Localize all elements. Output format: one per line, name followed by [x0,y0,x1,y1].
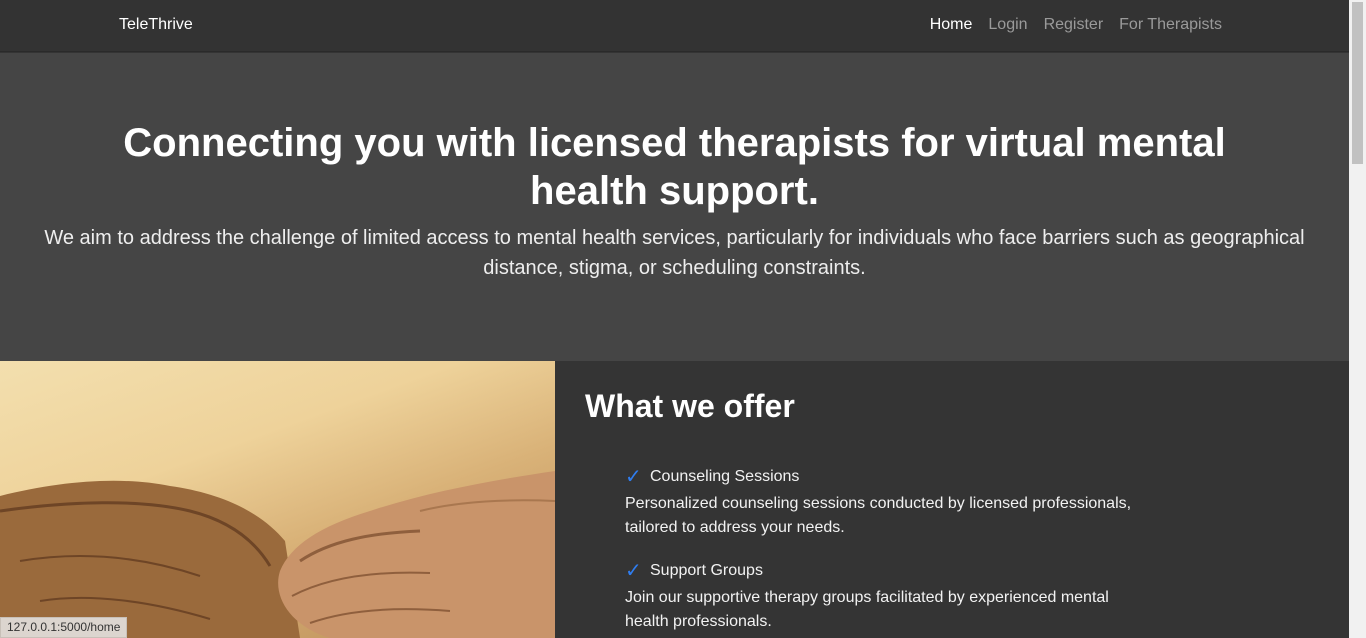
check-icon: ✓ [625,466,642,488]
hero-description: We aim to address the challenge of limit… [44,227,1305,279]
offer-item-support-groups: ✓ Support Groups Join our supportive the… [625,560,1145,634]
fist-bump-illustration [0,471,555,638]
offer-item-description: Join our supportive therapy groups facil… [625,589,1109,630]
nav-login-link[interactable]: Login [988,15,1027,35]
nav-therapists-link[interactable]: For Therapists [1119,15,1222,35]
nav-home-link[interactable]: Home [930,15,973,35]
hero-title: Connecting you with licensed therapists … [123,121,1226,213]
vertical-scrollbar[interactable] [1349,0,1366,638]
offer-item-header: ✓ Support Groups [625,560,1145,582]
page: TeleThrive Home Login Register For Thera… [0,0,1366,638]
brand-link[interactable]: TeleThrive [119,15,193,35]
offer-item-counseling: ✓ Counseling Sessions Personalized couns… [625,466,1145,540]
scrollbar-thumb[interactable] [1352,2,1363,164]
hero-section: Connecting you with licensed therapists … [0,53,1349,361]
check-icon: ✓ [625,560,642,582]
fist-bump-image [0,361,555,638]
status-bar-url: 127.0.0.1:5000/home [0,617,128,638]
offer-item-title: Support Groups [650,562,763,579]
offer-item-description: Personalized counseling sessions conduct… [625,495,1132,536]
offer-item-title: Counseling Sessions [650,468,800,485]
nav-links: Home Login Register For Therapists [930,15,1222,35]
nav-register-link[interactable]: Register [1044,15,1104,35]
navbar: TeleThrive Home Login Register For Thera… [0,0,1349,52]
offer-title: What we offer [585,388,795,424]
offer-section: What we offer ✓ Counseling Sessions Pers… [555,361,1349,638]
offer-item-header: ✓ Counseling Sessions [625,466,1145,488]
